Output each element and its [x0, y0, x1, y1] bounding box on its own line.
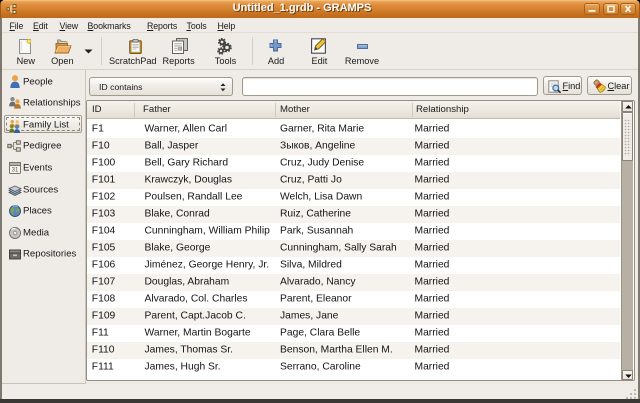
- svg-text:31: 31: [12, 167, 19, 173]
